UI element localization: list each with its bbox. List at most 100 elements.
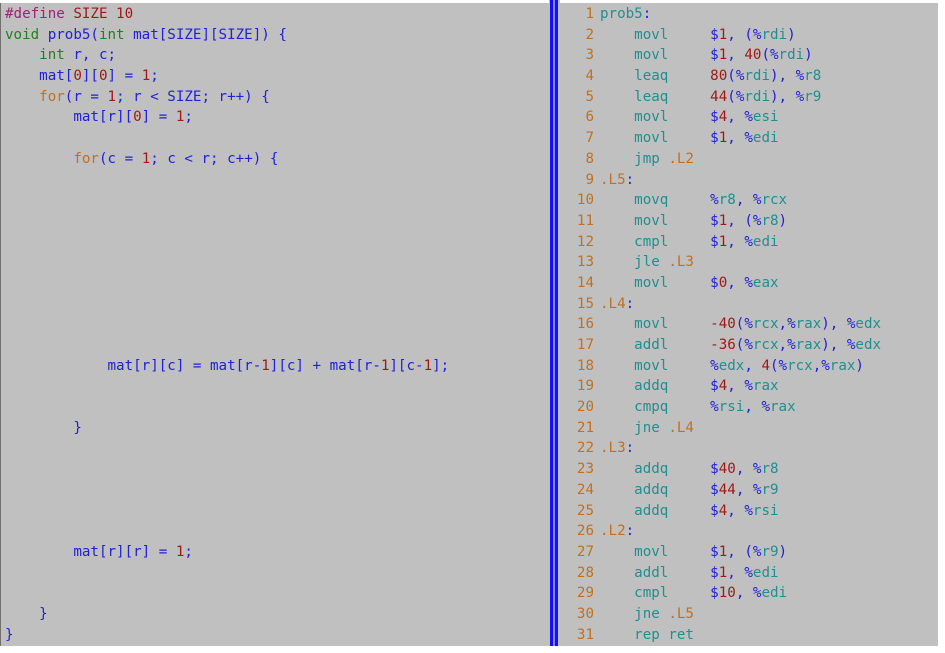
code-token: 0	[133, 109, 142, 126]
asm-opcode: movl	[634, 109, 669, 126]
asm-code-line[interactable]: 23 addq $40, %r8	[560, 459, 938, 480]
asm-operand-token: rsi	[718, 399, 745, 416]
asm-opcode: movl	[634, 274, 669, 291]
divider-bar-right	[555, 0, 558, 646]
asm-code-line[interactable]: 28 addl $1, %edi	[560, 563, 938, 584]
asm-code-line[interactable]: 11 movl $1, (%r8)	[560, 211, 938, 232]
c-code-line[interactable]: }	[5, 418, 549, 439]
asm-code-line[interactable]: 5 leaq 44(%rdi), %r9	[560, 87, 938, 108]
c-code-line[interactable]	[5, 376, 549, 397]
asm-code-listing[interactable]: 1 prob5: 2 movl $1, (%rdi) 3 movl $1, 40(%rdi…	[560, 3, 938, 645]
c-code-line[interactable]: void prob5(int mat[SIZE][SIZE]) {	[5, 25, 549, 46]
c-code-line[interactable]	[5, 583, 549, 604]
c-code-line[interactable]	[5, 563, 549, 584]
asm-operand-token: r9	[761, 481, 779, 498]
asm-code-line[interactable]: 2 movl $1, (%rdi)	[560, 25, 938, 46]
asm-code-line[interactable]: 1 prob5:	[560, 4, 938, 25]
c-code-line[interactable]: for(c = 1; c < r; c++) {	[5, 149, 549, 170]
asm-operand-token: 80	[710, 68, 728, 85]
c-code-line[interactable]	[5, 521, 549, 542]
c-code-line[interactable]	[5, 335, 549, 356]
asm-operand-token: 1	[718, 543, 728, 560]
asm-code-line[interactable]: 6 movl $4, %esi	[560, 107, 938, 128]
c-code-line[interactable]	[5, 190, 549, 211]
asm-code-line[interactable]: 14 movl $0, %eax	[560, 273, 938, 294]
asm-operand-token: , (	[727, 212, 753, 229]
asm-code-line[interactable]: 12 cmpl $1, %edi	[560, 232, 938, 253]
label-colon: :	[625, 440, 635, 457]
c-code-line[interactable]: mat[r][r] = 1;	[5, 542, 549, 563]
asm-operand-token: ,	[744, 357, 762, 374]
asm-source-pane[interactable]: 1 prob5: 2 movl $1, (%rdi) 3 movl $1, 40(%rdi…	[560, 3, 938, 646]
c-source-pane[interactable]: #define SIZE 10 void prob5(int mat[SIZE][…	[0, 3, 549, 646]
jump-target: .L3	[668, 254, 694, 271]
asm-code-line[interactable]: 20 cmpq %rsi, %rax	[560, 397, 938, 418]
line-number: 26	[576, 523, 594, 540]
c-code-line[interactable]	[5, 170, 549, 191]
asm-code-line[interactable]: 7 movl $1, %edi	[560, 128, 938, 149]
c-code-line[interactable]: for(r = 1; r < SIZE; r++) {	[5, 87, 549, 108]
asm-operand-token: %	[710, 192, 719, 209]
asm-operand-token: %	[744, 274, 753, 291]
asm-code-line[interactable]: 3 movl $1, 40(%rdi)	[560, 45, 938, 66]
c-code-line[interactable]	[5, 211, 549, 232]
c-code-line[interactable]: mat[0][0] = 1;	[5, 66, 549, 87]
c-code-line[interactable]	[5, 314, 549, 335]
asm-operand-token: edi	[752, 233, 779, 250]
line-number: 7	[585, 130, 594, 147]
asm-code-line[interactable]: 10 movq %r8, %rcx	[560, 190, 938, 211]
c-code-line[interactable]: mat[r][c] = mat[r-1][c] + mat[r-1][c-1];	[5, 356, 549, 377]
asm-code-line[interactable]: 19 addq $4, %rax	[560, 376, 938, 397]
c-code-line[interactable]	[5, 480, 549, 501]
split-divider[interactable]	[549, 0, 560, 646]
asm-code-line[interactable]: 9 .L5:	[560, 170, 938, 191]
asm-label: .L2	[600, 523, 626, 540]
line-number: 3	[585, 47, 594, 64]
asm-code-line[interactable]: 25 addq $4, %rsi	[560, 501, 938, 522]
asm-code-line[interactable]: 4 leaq 80(%rdi), %r8	[560, 66, 938, 87]
asm-code-line[interactable]: 8 jmp .L2	[560, 149, 938, 170]
asm-operand-token: rdi	[744, 68, 770, 85]
asm-code-line[interactable]: 24 addq $44, %r9	[560, 480, 938, 501]
c-code-line[interactable]: }	[5, 625, 549, 646]
c-code-line[interactable]	[5, 501, 549, 522]
asm-code-line[interactable]: 21 jne .L4	[560, 418, 938, 439]
asm-operand-token: $	[710, 461, 719, 478]
c-code-line[interactable]: #define SIZE 10	[5, 4, 549, 25]
asm-operand-token: $	[710, 481, 719, 498]
asm-opcode: leaq	[634, 68, 669, 85]
asm-code-line[interactable]: 26 .L2:	[560, 521, 938, 542]
asm-code-line[interactable]: 17 addl -36(%rcx,%rax), %edx	[560, 335, 938, 356]
asm-operand-token: rcx	[752, 337, 779, 353]
c-code-line[interactable]	[5, 252, 549, 273]
asm-code-line[interactable]: 15 .L4:	[560, 294, 938, 315]
asm-code-line[interactable]: 31 rep ret	[560, 625, 938, 646]
asm-operand-token: ),	[769, 88, 796, 105]
c-code-listing[interactable]: #define SIZE 10 void prob5(int mat[SIZE][…	[1, 3, 549, 645]
asm-code-line[interactable]: 30 jne .L5	[560, 604, 938, 625]
asm-code-line[interactable]: 13 jle .L3	[560, 252, 938, 273]
asm-code-line[interactable]: 27 movl $1, (%r9)	[560, 542, 938, 563]
c-code-line[interactable]	[5, 438, 549, 459]
asm-code-line[interactable]: 22 .L3:	[560, 438, 938, 459]
asm-operand-token: r9	[804, 88, 822, 105]
asm-code-line[interactable]: 29 cmpl $10, %edi	[560, 583, 938, 604]
c-code-line[interactable]	[5, 273, 549, 294]
code-token: mat[r][c] = mat[r-	[5, 357, 262, 374]
c-code-line[interactable]: int r, c;	[5, 45, 549, 66]
c-code-line[interactable]	[5, 459, 549, 480]
code-token: ; c < r; c++) {	[150, 150, 279, 167]
asm-code-line[interactable]: 16 movl -40(%rcx,%rax), %edx	[560, 314, 938, 335]
c-code-line[interactable]: }	[5, 604, 549, 625]
c-code-line[interactable]	[5, 397, 549, 418]
asm-opcode: addq	[634, 461, 669, 478]
c-code-line[interactable]	[5, 128, 549, 149]
c-code-line[interactable]: mat[r][0] = 1;	[5, 107, 549, 128]
asm-operand-token: r8	[718, 192, 736, 209]
asm-operand-token: (	[769, 357, 779, 374]
asm-code-line[interactable]: 18 movl %edx, 4(%rcx,%rax)	[560, 356, 938, 377]
asm-operand-token: 1	[718, 564, 728, 581]
line-number: 6	[585, 109, 594, 126]
c-code-line[interactable]	[5, 232, 549, 253]
c-code-line[interactable]	[5, 294, 549, 315]
